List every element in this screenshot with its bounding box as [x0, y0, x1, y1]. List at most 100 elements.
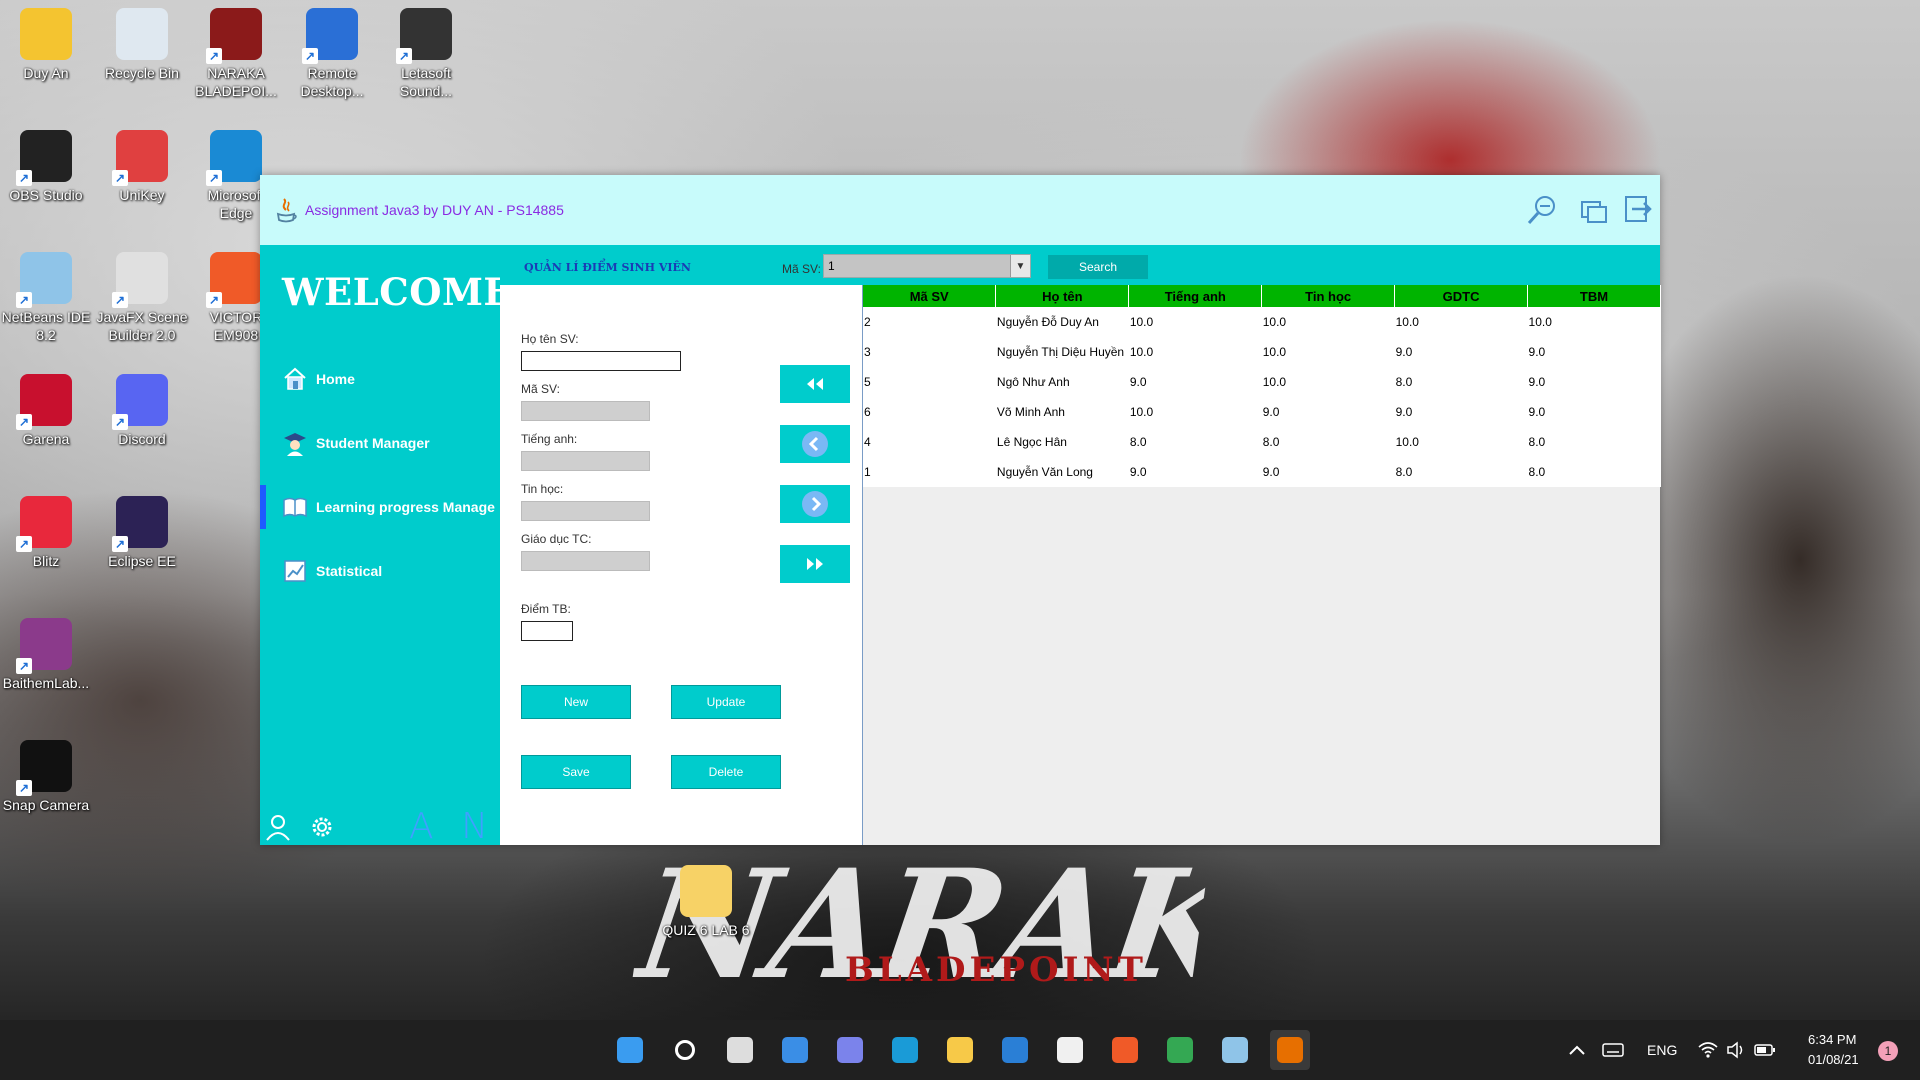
taskbar-search-button[interactable] — [665, 1030, 705, 1070]
table-cell[interactable]: Võ Minh Anh — [995, 397, 1129, 427]
table-cell[interactable]: 9.0 — [1527, 397, 1661, 427]
desktop-icon-folder[interactable]: QUIZ 6 LAB 6 — [660, 865, 752, 939]
table-row[interactable]: 4 Lê Ngọc Hân 8.0 8.0 10.0 8.0 — [863, 427, 1661, 457]
table-cell[interactable]: 2 — [863, 307, 996, 337]
taskbar-edge-button[interactable] — [885, 1030, 925, 1070]
desktop-icon-eclipse[interactable]: ↗ Eclipse EE — [96, 496, 188, 570]
table-cell[interactable]: 9.0 — [1527, 367, 1661, 397]
desktop-icon-speaker[interactable]: ↗ Letasoft Sound... — [380, 8, 472, 100]
delete-button[interactable]: Delete — [671, 755, 781, 789]
table-cell[interactable]: 8.0 — [1394, 457, 1528, 487]
notification-badge[interactable]: 1 — [1878, 1041, 1898, 1061]
table-row[interactable]: 3 Nguyễn Thị Diệu Huyền 10.0 10.0 9.0 9.0 — [863, 337, 1661, 367]
table-row[interactable]: 5 Ngô Như Anh 9.0 10.0 8.0 9.0 — [863, 367, 1661, 397]
wifi-icon[interactable] — [1698, 1041, 1718, 1059]
table-cell[interactable]: 8.0 — [1527, 427, 1661, 457]
chevron-up-icon[interactable] — [1568, 1042, 1586, 1058]
table-cell[interactable]: Ngô Như Anh — [995, 367, 1129, 397]
table-cell[interactable]: 9.0 — [1261, 457, 1395, 487]
desktop-icon-recycle-bin[interactable]: Recycle Bin — [96, 8, 188, 82]
column-header[interactable]: Tiếng anh — [1128, 285, 1263, 307]
table-cell[interactable]: 9.0 — [1394, 397, 1528, 427]
taskbar-victor-button[interactable] — [1105, 1030, 1145, 1070]
taskbar-widgets-button[interactable] — [775, 1030, 815, 1070]
exit-icon[interactable] — [1622, 193, 1656, 227]
hoten-input[interactable] — [521, 351, 681, 371]
keyboard-icon[interactable] — [1602, 1042, 1624, 1058]
desktop-icon-netbeans[interactable]: ↗ NetBeans IDE 8.2 — [0, 252, 92, 344]
table-cell[interactable]: 5 — [863, 367, 996, 397]
table-cell[interactable]: 9.0 — [1261, 397, 1395, 427]
taskbar-netbeans-button[interactable] — [1215, 1030, 1255, 1070]
clock-time[interactable]: 6:34 PM — [1808, 1032, 1856, 1047]
table-cell[interactable]: 10.0 — [1128, 307, 1262, 337]
sidebar-item-learning-progress[interactable]: Learning progress Manage — [260, 485, 500, 529]
battery-icon[interactable] — [1754, 1042, 1776, 1058]
desktop-icon-discord[interactable]: ↗ Discord — [96, 374, 188, 448]
previous-record-button[interactable] — [780, 425, 850, 463]
user-icon[interactable] — [264, 813, 292, 841]
table-cell[interactable]: 6 — [863, 397, 996, 427]
taskbar-windows-start-button[interactable] — [610, 1030, 650, 1070]
desktop-icon-winrar[interactable]: ↗ BaithemLab... — [0, 618, 92, 692]
desktop-icon-snap-camera[interactable]: ↗ Snap Camera — [0, 740, 92, 814]
table-cell[interactable]: Nguyễn Đỗ Duy An — [995, 307, 1129, 337]
table-cell[interactable]: Lê Ngọc Hân — [995, 427, 1129, 457]
table-cell[interactable]: 10.0 — [1527, 307, 1661, 337]
language-indicator[interactable]: ENG — [1647, 1042, 1677, 1058]
taskbar-store-button[interactable] — [1050, 1030, 1090, 1070]
desktop-icon-user-folder[interactable]: Duy An — [0, 8, 92, 82]
taskbar-task-view-button[interactable] — [720, 1030, 760, 1070]
table-cell[interactable]: Nguyễn Văn Long — [995, 457, 1129, 487]
table-cell[interactable]: 10.0 — [1261, 367, 1395, 397]
next-record-button[interactable] — [780, 485, 850, 523]
table-row[interactable]: 6 Võ Minh Anh 10.0 9.0 9.0 9.0 — [863, 397, 1661, 427]
masv-input[interactable] — [521, 401, 650, 421]
column-header[interactable]: Mã SV — [863, 285, 997, 307]
clock-date[interactable]: 01/08/21 — [1808, 1052, 1859, 1067]
table-cell[interactable]: 8.0 — [1128, 427, 1262, 457]
column-header[interactable]: GDTC — [1394, 285, 1529, 307]
desktop-icon-obs[interactable]: ↗ OBS Studio — [0, 130, 92, 204]
tienganh-input[interactable] — [521, 451, 650, 471]
new-button[interactable]: New — [521, 685, 631, 719]
table-cell[interactable]: 9.0 — [1128, 457, 1262, 487]
sidebar-item-home[interactable]: Home — [260, 357, 500, 401]
table-cell[interactable]: 9.0 — [1394, 337, 1528, 367]
desktop-icon-naraka-game[interactable]: ↗ NARAKA BLADEPOI... — [190, 8, 282, 100]
column-header[interactable]: TBM — [1527, 285, 1661, 307]
taskbar-file-explorer-button[interactable] — [940, 1030, 980, 1070]
volume-icon[interactable] — [1726, 1041, 1746, 1059]
table-cell[interactable]: 8.0 — [1394, 367, 1528, 397]
table-cell[interactable]: 3 — [863, 337, 996, 367]
table-cell[interactable]: 10.0 — [1394, 427, 1528, 457]
table-cell[interactable]: Nguyễn Thị Diệu Huyền — [995, 337, 1129, 367]
table-cell[interactable]: 10.0 — [1128, 337, 1262, 367]
table-cell[interactable]: 10.0 — [1261, 337, 1395, 367]
tinhoc-input[interactable] — [521, 501, 650, 521]
masv-combobox[interactable]: 1 ▼ — [823, 254, 1031, 278]
chevron-down-icon[interactable]: ▼ — [1010, 255, 1030, 277]
taskbar-teams-chat-button[interactable] — [830, 1030, 870, 1070]
taskbar-java-button[interactable] — [1270, 1030, 1310, 1070]
column-header[interactable]: Họ tên — [995, 285, 1130, 307]
desktop-icon-blitz[interactable]: ↗ Blitz — [0, 496, 92, 570]
table-cell[interactable]: 10.0 — [1394, 307, 1528, 337]
table-cell[interactable]: 1 — [863, 457, 996, 487]
table-cell[interactable]: 10.0 — [1128, 397, 1262, 427]
update-button[interactable]: Update — [671, 685, 781, 719]
table-cell[interactable]: 8.0 — [1261, 427, 1395, 457]
first-record-button[interactable] — [780, 365, 850, 403]
gdtc-input[interactable] — [521, 551, 650, 571]
table-row[interactable]: 2 Nguyễn Đỗ Duy An 10.0 10.0 10.0 10.0 — [863, 307, 1661, 337]
table-cell[interactable]: 4 — [863, 427, 996, 457]
desktop-icon-garena[interactable]: ↗ Garena — [0, 374, 92, 448]
table-row[interactable]: 1 Nguyễn Văn Long 9.0 9.0 8.0 8.0 — [863, 457, 1661, 487]
desktop-icon-remote-desktop[interactable]: ↗ Remote Desktop... — [286, 8, 378, 100]
table-cell[interactable]: 8.0 — [1527, 457, 1661, 487]
desktop-icon-hand-cursor[interactable]: ↗ JavaFX Scene Builder 2.0 — [96, 252, 188, 344]
desktop-icon-unikey[interactable]: ↗ UniKey — [96, 130, 188, 204]
sidebar-item-statistical[interactable]: Statistical — [260, 549, 500, 593]
table-cell[interactable]: 9.0 — [1527, 337, 1661, 367]
sidebar-item-student-manager[interactable]: Student Manager — [260, 421, 500, 465]
